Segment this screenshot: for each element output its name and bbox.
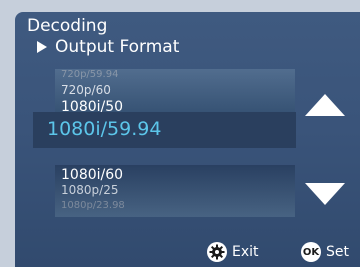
- list-item[interactable]: 1080p/23.98: [61, 200, 125, 211]
- ok-badge-label: OK: [302, 246, 320, 258]
- set-button[interactable]: OK Set: [301, 242, 349, 262]
- submenu-title: Output Format: [37, 37, 179, 57]
- list-item[interactable]: 720p/59.94: [61, 69, 118, 80]
- submenu-title-label: Output Format: [55, 37, 180, 57]
- exit-button[interactable]: Exit: [207, 242, 259, 262]
- triangle-right-icon: [37, 41, 47, 53]
- list-item[interactable]: 1080i/60: [61, 167, 123, 183]
- selected-format[interactable]: 1080i/59.94: [47, 118, 161, 140]
- set-button-label: Set: [326, 244, 349, 260]
- exit-button-label: Exit: [232, 244, 259, 260]
- menu-title: Decoding: [27, 16, 108, 36]
- list-item[interactable]: 720p/60: [61, 83, 111, 97]
- gear-icon: [207, 242, 227, 262]
- ok-circle-icon: OK: [301, 242, 321, 262]
- list-item[interactable]: 1080p/25: [61, 183, 118, 197]
- scroll-up-icon[interactable]: [305, 94, 345, 116]
- scroll-down-icon[interactable]: [305, 183, 345, 205]
